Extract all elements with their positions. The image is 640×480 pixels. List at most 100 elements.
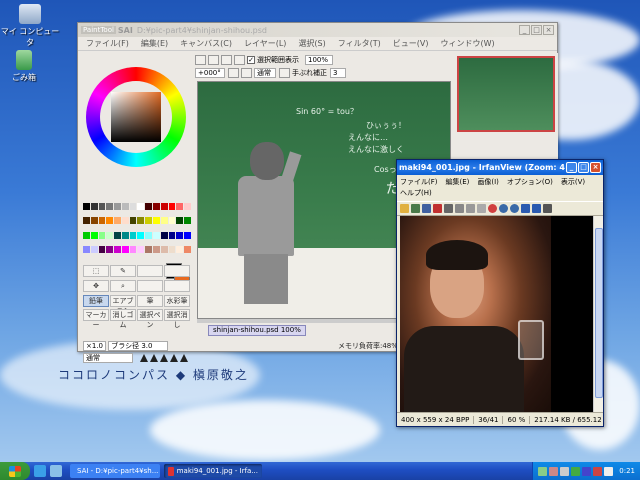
menu-help[interactable]: ヘルプ(H) [400,188,432,199]
color-swatch[interactable] [176,203,184,210]
undo-icon[interactable] [195,54,206,65]
menu-window[interactable]: ウィンドウ(W) [440,38,494,49]
slideshow-icon[interactable] [411,204,420,213]
color-swatch[interactable] [83,217,90,225]
sai-titlebar[interactable]: PaintTool SAI D:¥pic-part4¥shinjan-shiho… [78,23,557,37]
menu-options[interactable]: オプション(O) [507,177,553,188]
paste-icon[interactable] [466,204,475,213]
save-icon[interactable] [422,204,431,213]
blend-mode-select[interactable]: 通常 [254,67,276,78]
color-swatch[interactable] [176,231,184,239]
color-swatch[interactable] [98,217,106,225]
brush-scale-select[interactable]: ×1.0 [83,341,106,351]
tool-select-eraser[interactable]: 選択消し [164,309,190,329]
settings-icon[interactable] [543,204,552,213]
color-swatch[interactable] [83,203,90,210]
color-swatch[interactable] [176,217,184,225]
color-swatch[interactable] [98,245,106,253]
zoom-select[interactable]: 100% [305,54,333,65]
undo-icon[interactable] [477,204,486,213]
color-swatch[interactable] [121,203,129,210]
flip-icon[interactable] [241,67,252,78]
select-display-checkbox[interactable]: ✓ [247,55,255,64]
desktop-icon-my-computer[interactable]: マイ コンピュータ [0,4,60,48]
color-swatch[interactable] [114,203,121,210]
color-swatch[interactable] [98,203,106,210]
brush-shape-icon[interactable] [160,354,168,362]
color-swatch[interactable] [137,231,145,239]
color-swatch[interactable] [160,245,168,253]
color-swatch[interactable] [121,245,129,253]
color-swatch[interactable] [90,231,98,239]
color-swatch[interactable] [83,245,90,253]
color-swatch[interactable] [129,245,137,253]
brush-shape-list[interactable] [140,354,190,362]
taskbar-item-irfanview[interactable]: maki94_001.jpg - Irfa... [164,464,262,478]
stabilizer-select[interactable]: 3 [330,67,346,78]
color-swatch[interactable] [168,217,176,225]
cut-icon[interactable] [444,204,453,213]
close-button[interactable]: × [590,162,601,173]
brush-shape-icon[interactable] [140,354,148,362]
color-swatch[interactable] [90,245,98,253]
menu-image[interactable]: 画像(I) [477,177,499,188]
scrollbar-thumb[interactable] [595,228,603,398]
desktop-icon-recycle-bin[interactable]: ごみ箱 [0,50,54,83]
color-swatch[interactable] [90,217,98,225]
menu-filter[interactable]: フィルタ(T) [338,38,381,49]
color-swatch[interactable] [153,203,160,210]
maximize-button[interactable]: □ [578,162,589,173]
volume-icon[interactable] [604,466,614,476]
color-swatch[interactable] [160,231,168,239]
color-swatch[interactable] [184,245,191,253]
color-swatch[interactable] [137,217,145,225]
color-swatch[interactable] [90,203,98,210]
menu-select[interactable]: 選択(S) [298,38,325,49]
color-swatch[interactable] [168,231,176,239]
minimize-button[interactable]: _ [566,162,577,173]
color-swatch[interactable] [121,231,129,239]
color-swatch[interactable] [129,231,137,239]
menu-view[interactable]: 表示(V) [561,177,585,188]
color-swatch[interactable] [137,203,145,210]
brush-mode-select[interactable]: 通常 [83,353,133,363]
tray-icon[interactable] [571,466,581,476]
color-swatch[interactable] [83,231,90,239]
irfanview-titlebar[interactable]: maki94_001.jpg - IrfanView (Zoom: 400 x … [397,160,603,175]
color-swatch[interactable] [145,245,153,253]
color-swatch[interactable] [137,245,145,253]
tray-icon[interactable] [582,466,592,476]
menu-file[interactable]: ファイル(F) [400,177,438,188]
color-swatch[interactable] [121,217,129,225]
maximize-button[interactable]: □ [531,25,542,35]
invert-selection-icon[interactable] [234,54,245,65]
color-swatch[interactable] [106,217,114,225]
menu-edit[interactable]: 編集(E) [446,177,470,188]
zoom-out-icon[interactable] [510,204,519,213]
navigator-preview[interactable] [457,56,555,132]
copy-icon[interactable] [455,204,464,213]
zoom-in-icon[interactable] [499,204,508,213]
tool-select-pen[interactable]: 選択ペン [137,309,163,329]
zoom-tool-icon[interactable]: ⌕ [110,280,136,292]
color-swatch[interactable] [145,203,153,210]
color-swatch[interactable] [176,245,184,253]
color-swatch[interactable] [160,217,168,225]
menu-layer[interactable]: レイヤー(L) [244,38,286,49]
marquee-tool-icon[interactable]: ⬚ [83,265,109,277]
color-swatch[interactable] [153,217,160,225]
tool-marker[interactable]: マーカー [83,309,109,329]
photo-view[interactable] [400,216,551,412]
irfanview-window[interactable]: maki94_001.jpg - IrfanView (Zoom: 400 x … [396,159,604,427]
eyedropper-tool-icon[interactable]: ✎ [110,265,136,277]
menu-canvas[interactable]: キャンバス(C) [180,38,232,49]
next-icon[interactable] [532,204,541,213]
menu-file[interactable]: ファイル(F) [86,38,129,49]
color-swatch[interactable] [184,217,191,225]
color-swatch[interactable] [114,217,121,225]
color-swatch[interactable] [106,245,114,253]
brush-shape-icon[interactable] [170,354,178,362]
color-swatch[interactable] [129,203,137,210]
redo-icon[interactable] [208,54,219,65]
color-swatch[interactable] [168,245,176,253]
